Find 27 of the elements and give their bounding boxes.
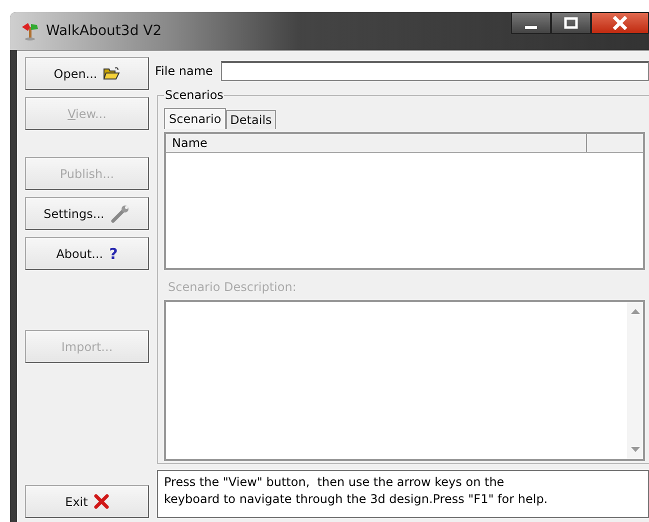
command-button[interactable]: Open... [25, 57, 149, 90]
signpost-icon [20, 21, 40, 41]
minimize-button[interactable] [511, 12, 551, 34]
folder-icon [103, 67, 120, 80]
help-text: Press the "View" button, then use the arrow keys on the keyboard to navigate through the 3d design.Press "F1" for help. [164, 474, 549, 508]
minimize-icon [525, 26, 537, 28]
scenario-list[interactable]: Name [164, 132, 645, 270]
tab[interactable]: Details [226, 110, 276, 129]
close-button[interactable] [591, 12, 649, 34]
description-box[interactable] [164, 300, 645, 461]
close-icon [612, 16, 628, 30]
command-button[interactable]: Settings... [25, 197, 149, 230]
close-icon [94, 494, 109, 509]
wrench-icon [110, 204, 130, 224]
window-title: WalkAbout3d V2 [46, 23, 162, 39]
scrollbar[interactable] [627, 302, 643, 459]
tab[interactable]: Scenario [164, 108, 226, 129]
command-button[interactable]: Exit [25, 485, 149, 518]
field-label: File name [155, 64, 213, 78]
maximize-icon [564, 17, 578, 29]
scroll-up-icon[interactable] [630, 308, 640, 314]
question-icon: ? [109, 244, 118, 262]
description-label: Scenario Description: [167, 279, 298, 296]
command-button[interactable]: About... ? [25, 237, 149, 270]
scroll-down-icon[interactable] [630, 447, 640, 453]
file-name-field[interactable] [220, 61, 649, 81]
maximize-button[interactable] [551, 12, 591, 34]
